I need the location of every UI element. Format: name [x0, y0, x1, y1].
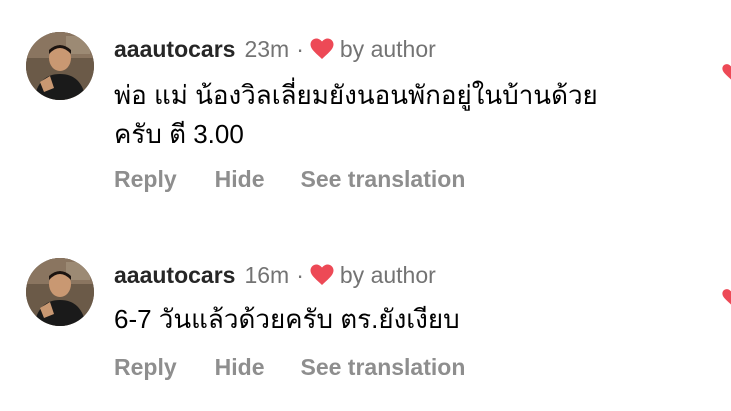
- hide-button[interactable]: Hide: [215, 166, 265, 193]
- username[interactable]: aaautocars: [114, 36, 235, 63]
- by-author-label: by author: [339, 35, 436, 62]
- comment-header: aaautocars 16m · by author: [114, 258, 436, 292]
- like-heart-icon[interactable]: [722, 288, 731, 306]
- username[interactable]: aaautocars: [114, 262, 235, 289]
- comment-header: aaautocars 23m · by author: [114, 32, 436, 66]
- comment-actions: Reply Hide See translation: [114, 354, 465, 381]
- heart-icon: [310, 264, 334, 285]
- separator: ·: [296, 35, 304, 62]
- by-author-label: by author: [339, 261, 436, 288]
- see-translation-button[interactable]: See translation: [300, 166, 465, 193]
- comment-text-line: พ่อ แม่ น้องวิลเลี่ยมยังนอนพักอยู่ในบ้าน…: [114, 80, 598, 110]
- like-heart-icon[interactable]: [722, 63, 731, 81]
- reply-button[interactable]: Reply: [114, 166, 177, 193]
- reply-button[interactable]: Reply: [114, 354, 177, 381]
- comment-text: พ่อ แม่ น้องวิลเลี่ยมยังนอนพักอยู่ในบ้าน…: [114, 76, 694, 154]
- avatar[interactable]: [26, 258, 94, 326]
- comment-text-line: ครับ ตี 3.00: [114, 119, 244, 149]
- separator: ·: [296, 261, 304, 288]
- timestamp: 16m: [244, 261, 290, 288]
- avatar[interactable]: [26, 32, 94, 100]
- comment-actions: Reply Hide See translation: [114, 166, 465, 193]
- heart-icon: [310, 38, 334, 59]
- see-translation-button[interactable]: See translation: [300, 354, 465, 381]
- hide-button[interactable]: Hide: [215, 354, 265, 381]
- comment-text-line: 6-7 วันแล้วด้วยครับ ตร.ยังเงียบ: [114, 304, 460, 334]
- comment-text: 6-7 วันแล้วด้วยครับ ตร.ยังเงียบ: [114, 300, 694, 339]
- timestamp: 23m: [244, 35, 290, 62]
